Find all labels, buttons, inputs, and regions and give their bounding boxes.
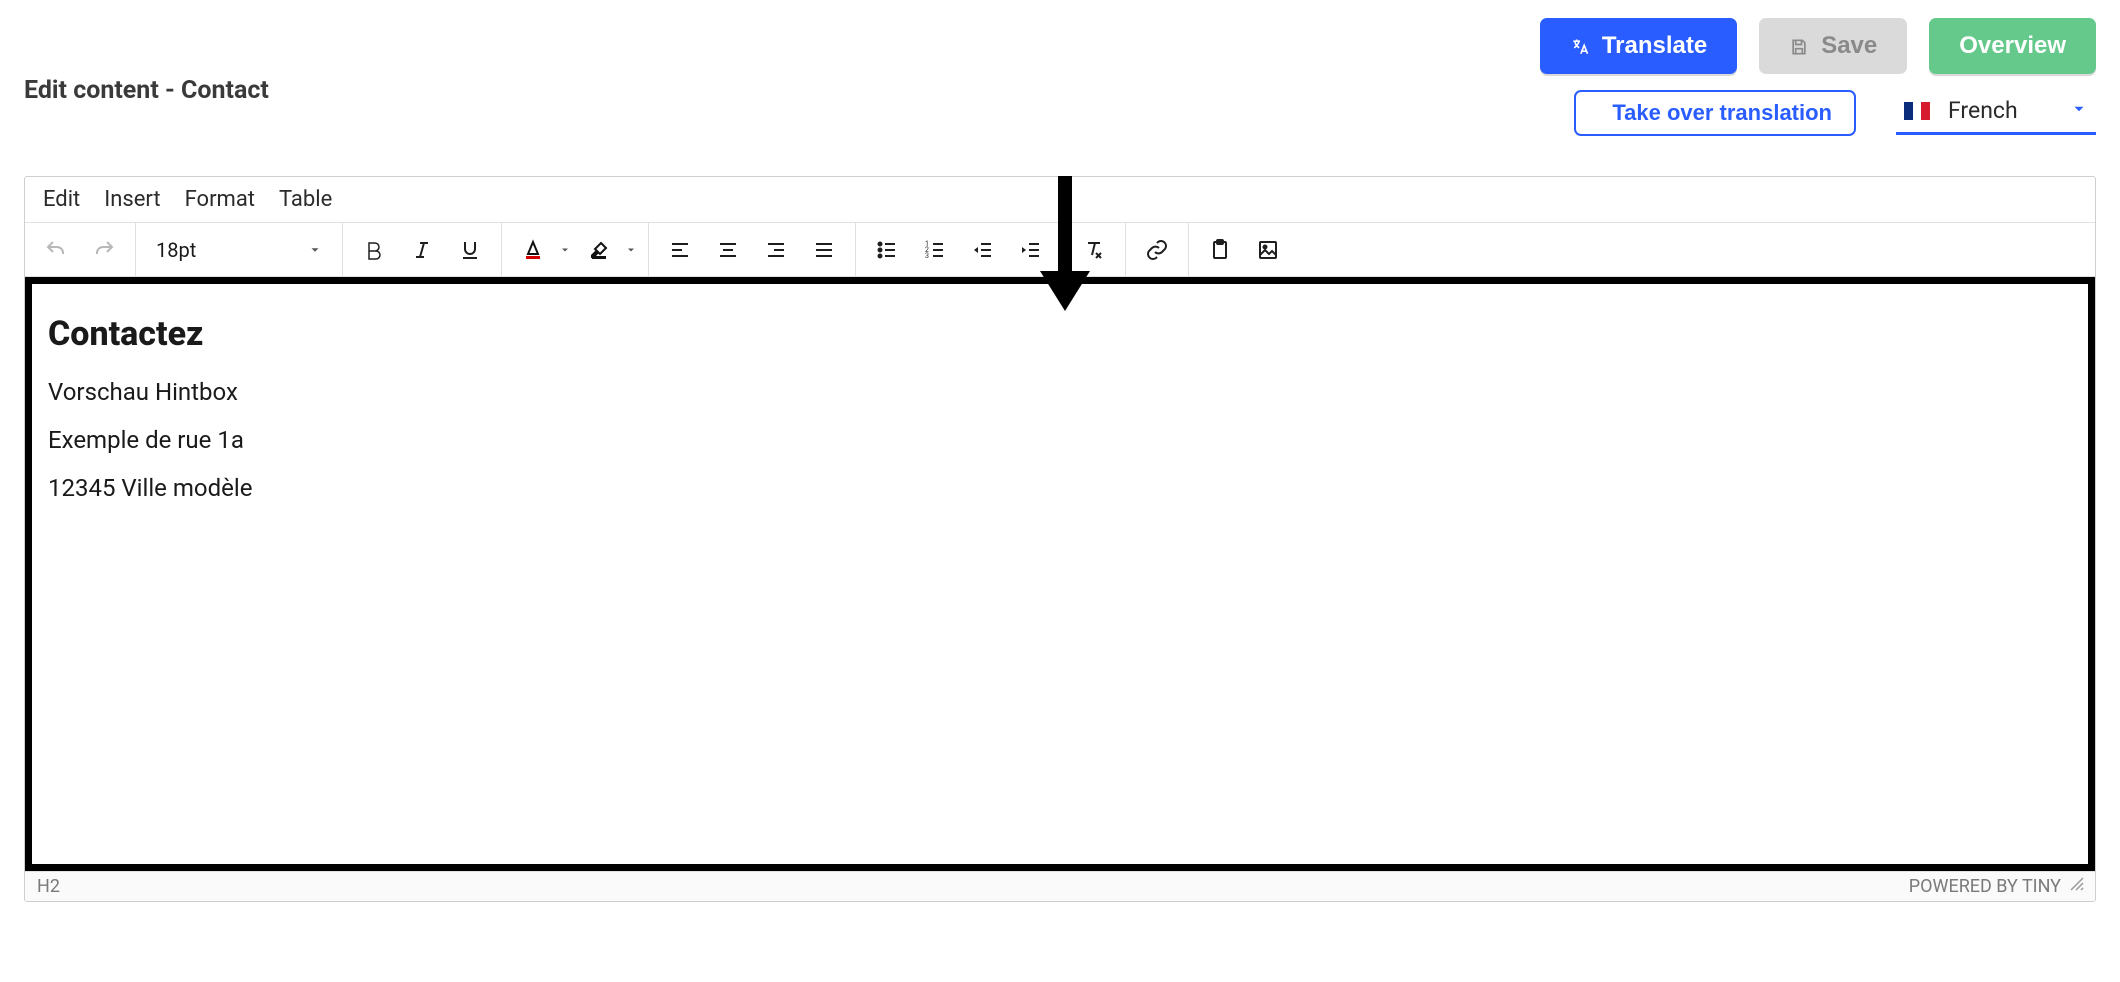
content-paragraph: 12345 Ville modèle	[48, 474, 2072, 502]
svg-text:3: 3	[925, 252, 929, 260]
editor: Edit Insert Format Table 18pt	[24, 176, 2096, 902]
text-color-button[interactable]	[510, 230, 556, 270]
powered-by-label: POWERED BY TINY	[1909, 876, 2061, 897]
flag-france-icon	[1904, 102, 1930, 120]
indent-button[interactable]	[1008, 230, 1054, 270]
take-over-label: Take over translation	[1612, 100, 1832, 126]
content-paragraph: Vorschau Hintbox	[48, 378, 2072, 406]
menu-edit[interactable]: Edit	[43, 187, 80, 212]
underline-button[interactable]	[447, 230, 493, 270]
redo-button[interactable]	[81, 230, 127, 270]
menu-insert[interactable]: Insert	[104, 187, 160, 212]
bold-button[interactable]	[351, 230, 397, 270]
save-label: Save	[1821, 32, 1877, 60]
link-button[interactable]	[1134, 230, 1180, 270]
save-button: Save	[1759, 18, 1907, 74]
status-bar: H2 POWERED BY TINY	[25, 871, 2095, 901]
content-heading: Contactez	[48, 314, 2072, 354]
undo-button[interactable]	[33, 230, 79, 270]
highlight-color-button[interactable]	[576, 230, 622, 270]
align-center-button[interactable]	[705, 230, 751, 270]
toolbar: 18pt	[25, 223, 2095, 277]
outdent-button[interactable]	[960, 230, 1006, 270]
chevron-down-icon	[308, 238, 322, 262]
translate-label: Translate	[1602, 32, 1707, 60]
highlight-color-dropdown[interactable]	[622, 244, 640, 256]
content-paragraph: Exemple de rue 1a	[48, 426, 2072, 454]
align-left-button[interactable]	[657, 230, 703, 270]
page-title: Edit content - Contact	[24, 76, 269, 105]
italic-button[interactable]	[399, 230, 445, 270]
element-path[interactable]: H2	[37, 876, 60, 897]
image-button[interactable]	[1245, 230, 1291, 270]
numbered-list-button[interactable]: 123	[912, 230, 958, 270]
text-color-dropdown[interactable]	[556, 244, 574, 256]
editor-content[interactable]: Contactez Vorschau Hintbox Exemple de ru…	[25, 277, 2095, 871]
take-over-translation-button[interactable]: Take over translation	[1574, 90, 1856, 136]
menu-bar: Edit Insert Format Table	[25, 177, 2095, 223]
font-size-select[interactable]: 18pt	[144, 230, 334, 270]
bullet-list-button[interactable]	[864, 230, 910, 270]
align-right-button[interactable]	[753, 230, 799, 270]
align-justify-button[interactable]	[801, 230, 847, 270]
overview-label: Overview	[1959, 32, 2066, 60]
font-size-value: 18pt	[156, 238, 196, 262]
translate-button[interactable]: Translate	[1540, 18, 1737, 74]
translate-icon	[1570, 36, 1590, 56]
menu-format[interactable]: Format	[185, 187, 255, 212]
language-select[interactable]: French	[1896, 91, 2096, 135]
chevron-down-icon	[2070, 100, 2088, 122]
language-name: French	[1948, 97, 2018, 124]
resize-grip-icon[interactable]	[2069, 876, 2085, 897]
save-icon	[1789, 36, 1809, 56]
paste-button[interactable]	[1197, 230, 1243, 270]
overview-button[interactable]: Overview	[1929, 18, 2096, 74]
menu-table[interactable]: Table	[279, 187, 332, 212]
clear-formatting-button[interactable]	[1071, 230, 1117, 270]
